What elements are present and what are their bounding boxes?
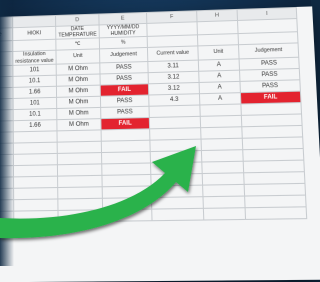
cell-date-temp[interactable]: DATE TEMPERATURE xyxy=(56,25,100,39)
cell[interactable] xyxy=(197,20,238,34)
header-unit[interactable]: Unit xyxy=(56,49,100,64)
temperature-label: TEMPERATURE xyxy=(58,31,97,38)
header-current-value[interactable]: Current value xyxy=(147,46,198,62)
cell[interactable] xyxy=(0,98,13,110)
cell[interactable] xyxy=(0,51,13,66)
cell[interactable] xyxy=(0,121,13,133)
cell-unit-2[interactable] xyxy=(200,115,242,127)
cell[interactable] xyxy=(0,110,13,122)
header-insulation[interactable]: Insulation resistance value xyxy=(13,50,56,65)
header-judgement[interactable]: Judgement xyxy=(100,47,148,62)
header-unit-2[interactable]: Unit xyxy=(198,45,239,60)
spreadsheet-grid: D E F H I me HIOKI DATE TEMPERATURE YYYY… xyxy=(0,7,307,224)
cell[interactable]: me xyxy=(0,28,13,42)
data-rows: 101 M Ohm PASS 3.11 A PASS 10.1 M Ohm PASS 3.12 A P… xyxy=(0,57,302,132)
spreadsheet: D E F H I me HIOKI DATE TEMPERATURE YYYY… xyxy=(0,6,320,282)
cell[interactable] xyxy=(0,87,13,99)
cell[interactable] xyxy=(0,76,13,88)
cell-unit-2[interactable] xyxy=(200,104,241,116)
spreadsheet-photo: D E F H I me HIOKI DATE TEMPERATURE YYYY… xyxy=(0,6,320,282)
